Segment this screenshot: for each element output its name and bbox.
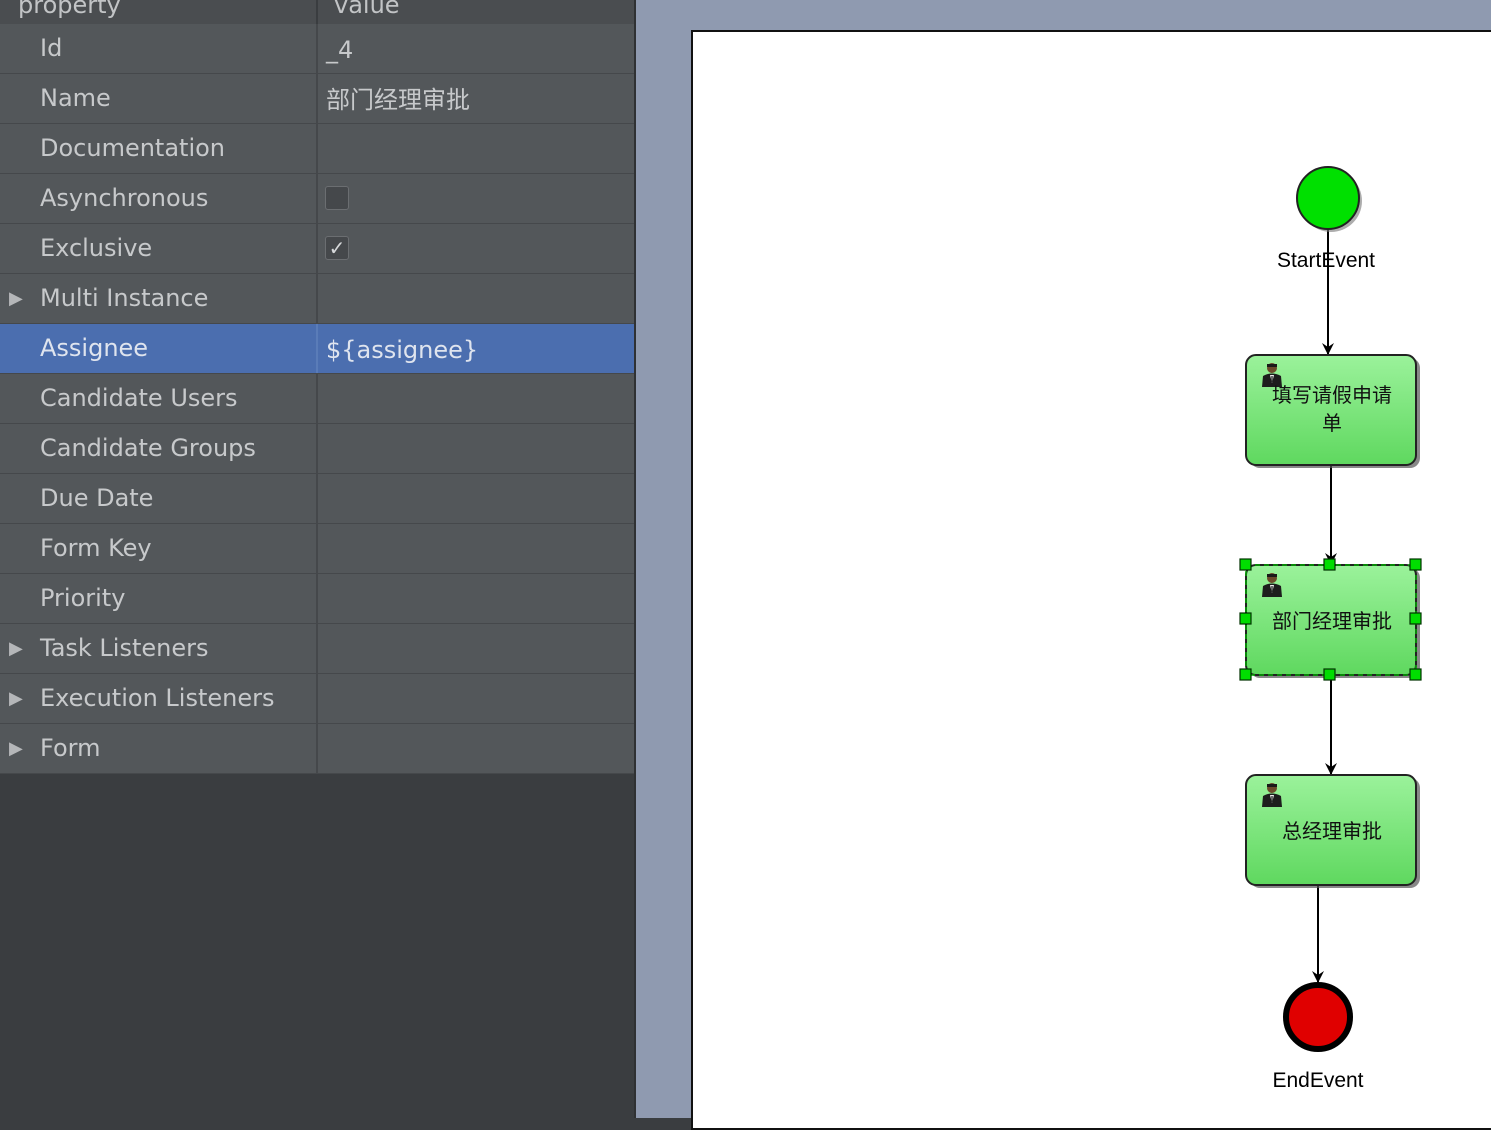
column-divider xyxy=(316,74,318,123)
property-row-priority[interactable]: Priority xyxy=(0,574,634,624)
property-name: Candidate Groups xyxy=(40,434,256,462)
start-event-label: StartEvent xyxy=(1276,249,1376,272)
column-divider xyxy=(316,0,318,24)
property-name: Priority xyxy=(40,584,126,612)
property-name: Documentation xyxy=(40,134,226,162)
value-column-header: value xyxy=(334,0,400,19)
task-label: 总经理审批 xyxy=(1282,819,1382,843)
asynchronous-checkbox[interactable] xyxy=(325,186,349,210)
task-label: 部门经理审批 xyxy=(1272,609,1392,633)
property-name: Form Key xyxy=(40,534,152,562)
column-divider xyxy=(316,724,318,773)
property-row-candidate-users[interactable]: Candidate Users xyxy=(0,374,634,424)
properties-panel: property value Id _4 Name 部门经理审批 Documen… xyxy=(0,0,636,1118)
property-row-form[interactable]: ▶ Form xyxy=(0,724,634,774)
property-row-candidate-groups[interactable]: Candidate Groups xyxy=(0,424,634,474)
column-divider xyxy=(316,424,318,473)
column-divider xyxy=(316,474,318,523)
column-divider xyxy=(316,124,318,173)
properties-header: property value xyxy=(0,0,634,25)
column-divider xyxy=(316,274,318,323)
expand-arrow-icon[interactable]: ▶ xyxy=(9,674,23,723)
end-event-label: EndEvent xyxy=(1272,1069,1364,1092)
property-row-id[interactable]: Id _4 xyxy=(0,24,634,74)
column-divider xyxy=(316,324,318,373)
property-name: Candidate Users xyxy=(40,384,238,412)
property-row-multi-instance[interactable]: ▶ Multi Instance xyxy=(0,274,634,324)
column-divider xyxy=(316,224,318,273)
property-row-form-key[interactable]: Form Key xyxy=(0,524,634,574)
property-row-name[interactable]: Name 部门经理审批 xyxy=(0,74,634,124)
property-name: Execution Listeners xyxy=(40,684,275,712)
column-divider xyxy=(316,574,318,623)
property-value-name[interactable]: 部门经理审批 xyxy=(326,74,470,126)
expand-arrow-icon[interactable]: ▶ xyxy=(9,624,23,673)
task-label: 填写请假申请 单 xyxy=(1250,381,1414,437)
expand-arrow-icon[interactable]: ▶ xyxy=(9,724,23,773)
property-row-exclusive[interactable]: Exclusive ✓ xyxy=(0,224,634,274)
property-name: Due Date xyxy=(40,484,154,512)
expand-arrow-icon[interactable]: ▶ xyxy=(9,274,23,323)
property-name: Assignee xyxy=(40,334,149,362)
property-row-execution-listeners[interactable]: ▶ Execution Listeners xyxy=(0,674,634,724)
task-label-line: 单 xyxy=(1322,411,1342,435)
property-name: Task Listeners xyxy=(40,634,209,662)
column-divider xyxy=(316,524,318,573)
property-name: Name xyxy=(40,84,111,112)
property-row-assignee[interactable]: Assignee ${assignee} xyxy=(0,324,634,374)
property-value-id[interactable]: _4 xyxy=(326,24,353,76)
column-divider xyxy=(316,674,318,723)
property-column-header: property xyxy=(18,0,121,19)
property-name: Id xyxy=(40,34,63,62)
column-divider xyxy=(316,624,318,673)
property-name: Multi Instance xyxy=(40,284,209,312)
property-row-documentation[interactable]: Documentation xyxy=(0,124,634,174)
property-row-task-listeners[interactable]: ▶ Task Listeners xyxy=(0,624,634,674)
end-event[interactable] xyxy=(1283,982,1353,1052)
property-row-asynchronous[interactable]: Asynchronous xyxy=(0,174,634,224)
property-name: Exclusive xyxy=(40,234,153,262)
column-divider xyxy=(316,374,318,423)
column-divider xyxy=(316,24,318,73)
property-name: Asynchronous xyxy=(40,184,209,212)
task-label-line: 填写请假申请 xyxy=(1272,383,1392,407)
column-divider xyxy=(316,174,318,223)
property-name: Form xyxy=(40,734,101,762)
property-row-due-date[interactable]: Due Date xyxy=(0,474,634,524)
exclusive-checkbox[interactable]: ✓ xyxy=(325,236,349,260)
property-value-assignee[interactable]: ${assignee} xyxy=(326,324,478,376)
property-table: Id _4 Name 部门经理审批 Documentation Asynchro… xyxy=(0,24,634,774)
